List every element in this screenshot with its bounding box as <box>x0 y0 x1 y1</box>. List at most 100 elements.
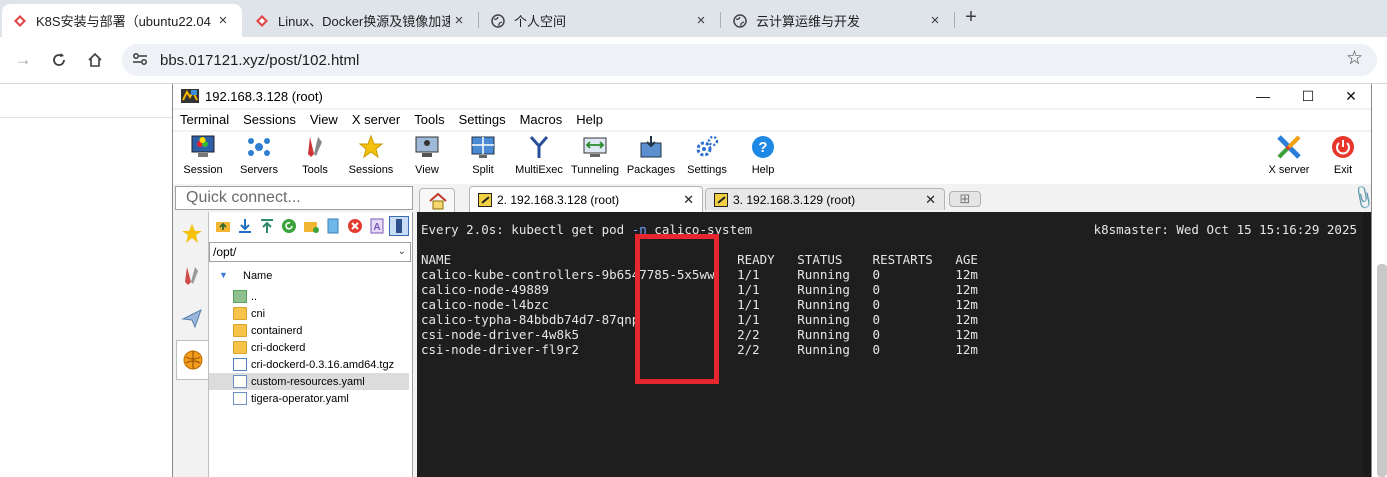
menu-macros[interactable]: Macros <box>513 110 570 130</box>
close-icon[interactable]: ✕ <box>671 192 694 208</box>
file-row[interactable]: containerd <box>209 322 409 339</box>
home-icon[interactable] <box>82 47 108 73</box>
menu-settings[interactable]: Settings <box>452 110 513 130</box>
help-button[interactable]: ? Help <box>735 134 791 176</box>
ssh-session-icon <box>714 192 728 207</box>
sftp-column-header[interactable]: ▼ Name <box>209 268 411 286</box>
toolbar-label: Sessions <box>348 164 394 176</box>
send-icon <box>181 308 202 329</box>
terminal-output[interactable]: Every 2.0s: kubectl get pod -n calico-sy… <box>417 212 1363 477</box>
rename-icon[interactable]: A <box>367 216 387 236</box>
file-row[interactable]: cri-dockerd-0.3.16.amd64.tgz <box>209 356 409 373</box>
new-session-tab-button[interactable]: ⊞ <box>949 191 981 207</box>
file-row[interactable]: cri-dockerd <box>209 339 409 356</box>
browser-tab-linux-docker[interactable]: Linux、Docker换源及镜像加速 × <box>244 4 478 37</box>
close-icon[interactable]: × <box>692 12 710 29</box>
session-tab-129[interactable]: 3. 192.168.3.129 (root) ✕ <box>705 188 945 210</box>
name-column-label: Name <box>243 270 273 282</box>
close-icon[interactable]: × <box>926 12 944 29</box>
exit-button[interactable]: Exit <box>1321 134 1365 176</box>
sftp-path-text: /opt/ <box>213 245 237 259</box>
multiexec-button[interactable]: MultiExec <box>511 134 567 176</box>
file-row[interactable]: cni <box>209 305 409 322</box>
bookmark-star-icon[interactable]: ☆ <box>1346 47 1363 70</box>
file-row[interactable]: tigera-operator.yaml <box>209 390 409 407</box>
sessions-button[interactable]: Sessions <box>343 134 399 176</box>
split-button[interactable]: Split <box>455 134 511 176</box>
sftp-path-input[interactable]: /opt/ ⌄ <box>209 242 411 262</box>
url-text[interactable]: bbs.017121.xyz/post/102.html <box>160 52 359 69</box>
close-icon[interactable]: ✕ <box>913 192 936 208</box>
file-row-selected[interactable]: custom-resources.yaml <box>209 373 409 390</box>
rail-macros-tab[interactable] <box>176 298 208 338</box>
new-folder-icon[interactable] <box>301 216 321 236</box>
browser-tab-title: K8S安装与部署（ubuntu22.04 <box>36 14 211 29</box>
session-button[interactable]: Session <box>175 134 231 176</box>
home-icon <box>429 192 447 210</box>
tab-divider <box>954 12 955 28</box>
upload-icon[interactable] <box>257 216 277 236</box>
close-window-button[interactable]: ✕ <box>1331 84 1371 108</box>
chevron-down-icon[interactable]: ⌄ <box>398 243 406 261</box>
browser-tab-title: 云计算运维与开发 <box>756 14 861 29</box>
split-icon <box>471 136 495 158</box>
folder-icon <box>233 307 247 320</box>
packages-button[interactable]: Packages <box>623 134 679 176</box>
refresh-icon[interactable] <box>279 216 299 236</box>
x-server-button[interactable]: X server <box>1258 134 1320 176</box>
forward-icon[interactable]: → <box>10 47 36 73</box>
quick-connect-input[interactable]: Quick connect... <box>175 186 413 210</box>
reload-icon[interactable] <box>46 47 72 73</box>
parent-folder-icon <box>233 290 247 303</box>
site-settings-icon[interactable] <box>132 52 152 69</box>
paperclip-icon[interactable]: 📎 <box>1349 184 1378 212</box>
settings-button[interactable]: Settings <box>679 134 735 176</box>
menu-x-server[interactable]: X server <box>345 110 407 130</box>
terminal-scrollbar[interactable] <box>1363 212 1371 477</box>
tab-divider <box>478 12 479 28</box>
home-tab[interactable] <box>419 188 455 212</box>
tools-button[interactable]: Tools <box>287 134 343 176</box>
tunneling-button[interactable]: Tunneling <box>567 134 623 176</box>
menu-sessions[interactable]: Sessions <box>236 110 303 130</box>
menu-view[interactable]: View <box>303 110 345 130</box>
browser-tab-personal-space[interactable]: 个人空间 × <box>480 4 720 37</box>
address-bar[interactable]: bbs.017121.xyz/post/102.html ☆ <box>122 44 1377 76</box>
window-title: 192.168.3.128 (root) <box>205 88 323 104</box>
new-file-icon[interactable] <box>323 216 343 236</box>
close-icon[interactable]: × <box>450 12 468 29</box>
rail-tools-tab[interactable] <box>176 256 208 296</box>
rail-sftp-tab[interactable] <box>176 340 208 380</box>
servers-button[interactable]: Servers <box>231 134 287 176</box>
browser-tab-cloud-ops[interactable]: 云计算运维与开发 × <box>722 4 954 37</box>
file-name: cri-dockerd-0.3.16.amd64.tgz <box>251 358 395 371</box>
session-tab-label: 2. 192.168.3.128 (root) <box>497 192 620 207</box>
toolbar-label: Settings <box>687 164 727 176</box>
session-tab-128[interactable]: 2. 192.168.3.128 (root) ✕ <box>469 186 703 212</box>
parent-folder-icon[interactable] <box>213 216 233 236</box>
follow-terminal-icon[interactable] <box>389 216 409 236</box>
new-tab-button[interactable]: + <box>958 4 984 30</box>
main-toolbar: Session Servers Tools Sessions View Spli… <box>173 132 1371 184</box>
toolbar-label: X server <box>1268 164 1310 176</box>
packages-icon <box>640 136 662 158</box>
menu-tools[interactable]: Tools <box>407 110 451 130</box>
maximize-button[interactable]: ☐ <box>1288 84 1328 108</box>
menu-help[interactable]: Help <box>569 110 610 130</box>
view-button[interactable]: View <box>399 134 455 176</box>
menu-terminal[interactable]: Terminal <box>173 110 236 130</box>
download-icon[interactable] <box>235 216 255 236</box>
browser-tab-strip: K8S安装与部署（ubuntu22.04 × Linux、Docker换源及镜像… <box>0 0 1387 37</box>
svg-text:?: ? <box>758 139 767 156</box>
close-icon[interactable]: × <box>214 12 232 29</box>
minimize-button[interactable]: — <box>1243 84 1283 108</box>
page-scrollbar[interactable] <box>1377 264 1387 477</box>
delete-icon[interactable] <box>345 216 365 236</box>
globe-icon <box>490 13 506 29</box>
gear-icon <box>696 135 719 157</box>
browser-tab-k8s[interactable]: K8S安装与部署（ubuntu22.04 × <box>2 4 242 37</box>
mobaxterm-window: 192.168.3.128 (root) — ☐ ✕ Terminal Sess… <box>172 84 1378 477</box>
file-row[interactable]: .. <box>209 288 409 305</box>
rail-sessions-tab[interactable] <box>176 214 208 254</box>
toolbar-label: Help <box>751 164 775 176</box>
